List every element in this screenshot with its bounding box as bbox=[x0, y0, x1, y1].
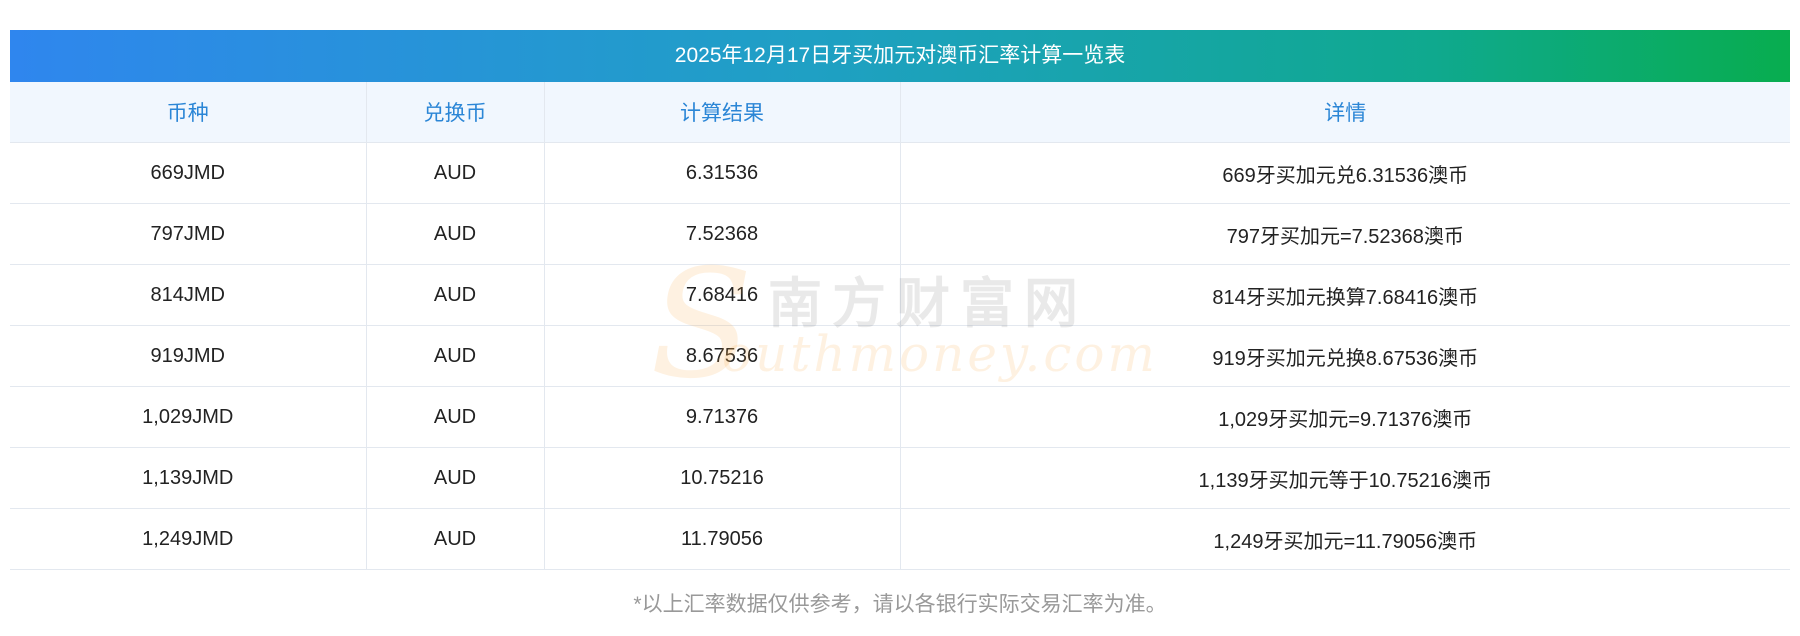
header-detail: 详情 bbox=[899, 82, 1790, 143]
cell-currency: 1,029JMD bbox=[10, 386, 366, 448]
cell-result: 7.52368 bbox=[543, 203, 900, 265]
cell-currency: 797JMD bbox=[10, 203, 366, 265]
table-row: 919JMD AUD 8.67536 919牙买加元兑换8.67536澳币 bbox=[10, 325, 1790, 387]
table-row: 797JMD AUD 7.52368 797牙买加元=7.52368澳币 bbox=[10, 203, 1790, 265]
cell-detail: 1,029牙买加元=9.71376澳币 bbox=[899, 386, 1790, 448]
cell-target-currency: AUD bbox=[365, 203, 544, 265]
cell-target-currency: AUD bbox=[365, 142, 544, 204]
table-title: 2025年12月17日牙买加元对澳币汇率计算一览表 bbox=[10, 30, 1790, 82]
header-currency: 币种 bbox=[10, 82, 366, 143]
cell-currency: 1,139JMD bbox=[10, 447, 366, 509]
cell-target-currency: AUD bbox=[365, 264, 544, 326]
cell-target-currency: AUD bbox=[365, 508, 544, 570]
cell-detail: 814牙买加元换算7.68416澳币 bbox=[899, 264, 1790, 326]
cell-result: 10.75216 bbox=[543, 447, 900, 509]
table-row: 1,139JMD AUD 10.75216 1,139牙买加元等于10.7521… bbox=[10, 447, 1790, 509]
cell-detail: 797牙买加元=7.52368澳币 bbox=[899, 203, 1790, 265]
cell-currency: 669JMD bbox=[10, 142, 366, 204]
cell-currency: 919JMD bbox=[10, 325, 366, 387]
header-target-currency: 兑换币 bbox=[365, 82, 544, 143]
cell-currency: 1,249JMD bbox=[10, 508, 366, 570]
cell-target-currency: AUD bbox=[365, 325, 544, 387]
table-row: 1,029JMD AUD 9.71376 1,029牙买加元=9.71376澳币 bbox=[10, 386, 1790, 448]
cell-result: 9.71376 bbox=[543, 386, 900, 448]
cell-currency: 814JMD bbox=[10, 264, 366, 326]
disclaimer-note: *以上汇率数据仅供参考，请以各银行实际交易汇率为准。 bbox=[633, 593, 1167, 616]
cell-result: 7.68416 bbox=[543, 264, 900, 326]
cell-detail: 669牙买加元兑6.31536澳币 bbox=[899, 142, 1790, 204]
cell-detail: 1,249牙买加元=11.79056澳币 bbox=[899, 508, 1790, 570]
table-row: 1,249JMD AUD 11.79056 1,249牙买加元=11.79056… bbox=[10, 508, 1790, 570]
cell-target-currency: AUD bbox=[365, 386, 544, 448]
cell-result: 11.79056 bbox=[543, 508, 900, 570]
table-header-row: 币种 兑换币 计算结果 详情 bbox=[10, 82, 1790, 143]
cell-target-currency: AUD bbox=[365, 447, 544, 509]
header-result: 计算结果 bbox=[543, 82, 900, 143]
exchange-rate-table: 币种 兑换币 计算结果 详情 669JMD AUD 6.31536 669牙买加… bbox=[10, 82, 1790, 570]
cell-result: 8.67536 bbox=[543, 325, 900, 387]
table-row: 814JMD AUD 7.68416 814牙买加元换算7.68416澳币 bbox=[10, 264, 1790, 326]
cell-detail: 919牙买加元兑换8.67536澳币 bbox=[899, 325, 1790, 387]
table-row: 669JMD AUD 6.31536 669牙买加元兑6.31536澳币 bbox=[10, 142, 1790, 204]
cell-result: 6.31536 bbox=[543, 142, 900, 204]
cell-detail: 1,139牙买加元等于10.75216澳币 bbox=[899, 447, 1790, 509]
rate-table-page: 2025年12月17日牙买加元对澳币汇率计算一览表 币种 兑换币 计算结果 详情… bbox=[0, 0, 1800, 636]
